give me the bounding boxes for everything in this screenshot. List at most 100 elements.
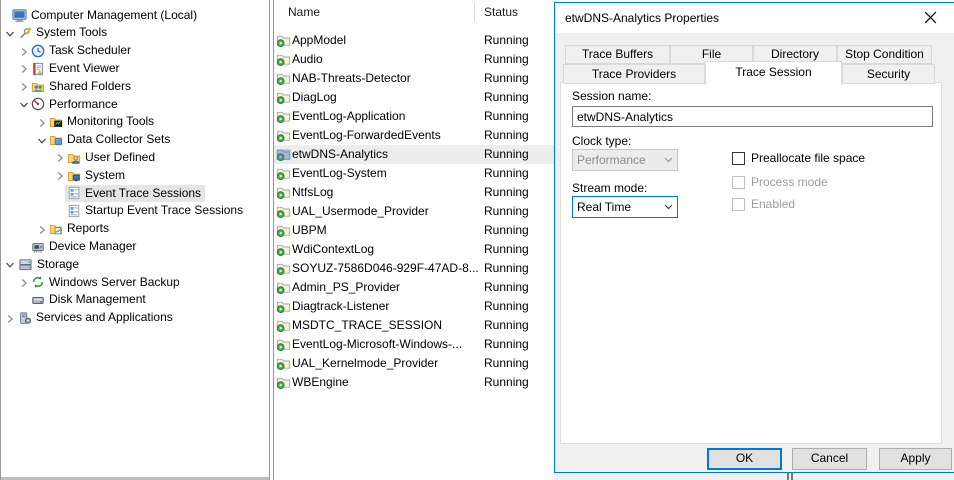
- splitter-grip-icon: [787, 473, 789, 480]
- tree-item-label: Performance: [49, 96, 118, 114]
- reports-icon: [49, 222, 63, 236]
- chevron-collapsed-icon[interactable]: [5, 314, 15, 324]
- stream-mode-select[interactable]: Real Time: [572, 196, 678, 218]
- monitoring-tools-icon: [49, 115, 63, 129]
- chevron-collapsed-icon[interactable]: [19, 64, 29, 74]
- enabled-label: Enabled: [751, 197, 795, 211]
- tree-item-computer-management-local[interactable]: Computer Management (Local): [1, 7, 268, 25]
- tree-item-task-scheduler[interactable]: Task Scheduler: [1, 43, 268, 61]
- session-name: NAB-Threats-Detector: [292, 69, 411, 88]
- tree-item-label: Services and Applications: [36, 309, 173, 327]
- column-header-name[interactable]: Name: [288, 5, 320, 19]
- chevron-collapsed-icon[interactable]: [37, 118, 47, 128]
- chevron-expanded-icon[interactable]: [5, 260, 15, 270]
- chevron-expanded-icon[interactable]: [5, 29, 15, 39]
- chevron-collapsed-icon[interactable]: [19, 82, 29, 92]
- tree-item-data-collector-sets[interactable]: Data Collector Sets: [1, 132, 268, 150]
- tree-item-windows-server-backup[interactable]: Windows Server Backup: [1, 274, 268, 292]
- session-name: AppModel: [292, 31, 346, 50]
- chevron-collapsed-icon[interactable]: [55, 171, 65, 181]
- tree-item-services-and-applications[interactable]: Services and Applications: [1, 310, 268, 328]
- tree-item-system[interactable]: System: [1, 167, 268, 185]
- system-folder-icon: [67, 169, 81, 183]
- tab-trace-session[interactable]: Trace Session: [705, 61, 842, 85]
- tab-stop-condition[interactable]: Stop Condition: [837, 45, 932, 64]
- tree-item-label: Windows Server Backup: [49, 274, 180, 292]
- tree-item-startup-event-trace-sessions[interactable]: Startup Event Trace Sessions: [1, 203, 268, 221]
- tab-security[interactable]: Security: [842, 64, 935, 84]
- tree-item-performance[interactable]: Performance: [1, 96, 268, 114]
- tree-item-event-viewer[interactable]: Event Viewer: [1, 60, 268, 78]
- storage-icon: [18, 257, 33, 272]
- column-separator[interactable]: [474, 3, 475, 22]
- session-icon: [276, 204, 291, 219]
- trace-sessions-icon: [67, 186, 81, 200]
- tree-item-event-trace-sessions[interactable]: Event Trace Sessions: [1, 185, 268, 203]
- tree-item-label: System: [85, 167, 125, 185]
- tree-item-label: Shared Folders: [49, 78, 131, 96]
- session-status: Running: [484, 88, 529, 107]
- session-icon: [276, 280, 291, 295]
- session-status: Running: [484, 31, 529, 50]
- trace-sessions-icon: [67, 204, 81, 218]
- checkbox-icon: [732, 198, 745, 211]
- tree-item-label: Event Trace Sessions: [85, 185, 201, 203]
- session-name: UAL_Usermode_Provider: [292, 202, 429, 221]
- tree-item-label: User Defined: [85, 149, 155, 167]
- session-name-label: Session name:: [572, 89, 651, 103]
- session-status: Running: [484, 297, 529, 316]
- chevron-expanded-icon[interactable]: [37, 136, 47, 146]
- chevron-collapsed-icon[interactable]: [55, 153, 65, 163]
- chevron-expanded-icon[interactable]: [19, 100, 29, 110]
- session-status: Running: [484, 240, 529, 259]
- backup-icon: [31, 275, 45, 289]
- splitter-grip-icon: [791, 473, 793, 480]
- chevron-down-icon: [664, 204, 673, 210]
- tree-item-label: Reports: [67, 220, 109, 238]
- session-name: EventLog-ForwardedEvents: [292, 126, 441, 145]
- close-button[interactable]: [910, 4, 950, 31]
- tree-item-label: Storage: [37, 256, 79, 274]
- session-icon: [276, 71, 291, 86]
- cancel-button[interactable]: Cancel: [792, 448, 867, 470]
- tab-trace-buffers[interactable]: Trace Buffers: [565, 45, 670, 64]
- session-status: Running: [484, 69, 529, 88]
- session-name: WBEngine: [292, 373, 349, 392]
- ok-button[interactable]: OK: [707, 448, 782, 470]
- tree-item-shared-folders[interactable]: Shared Folders: [1, 78, 268, 96]
- session-name: etwDNS-Analytics: [292, 145, 388, 164]
- session-name: WdiContextLog: [292, 240, 374, 259]
- tab-trace-providers[interactable]: Trace Providers: [563, 64, 705, 84]
- apply-button[interactable]: Apply: [879, 448, 952, 470]
- background-window-edge: [554, 473, 954, 480]
- session-name: UAL_Kernelmode_Provider: [292, 354, 438, 373]
- chevron-collapsed-icon[interactable]: [37, 225, 47, 235]
- session-status: Running: [484, 316, 529, 335]
- session-status: Running: [484, 354, 529, 373]
- tree-item-reports[interactable]: Reports: [1, 221, 268, 239]
- tree-item-user-defined[interactable]: User Defined: [1, 149, 268, 167]
- tree-item-system-tools[interactable]: System Tools: [1, 25, 268, 43]
- session-status: Running: [484, 278, 529, 297]
- user-defined-icon: [67, 151, 81, 165]
- session-status: Running: [484, 221, 529, 240]
- dialog-title: etwDNS-Analytics Properties: [565, 11, 719, 25]
- process-mode-checkbox: Process mode: [732, 175, 828, 189]
- preallocate-checkbox[interactable]: Preallocate file space: [732, 151, 865, 165]
- session-status: Running: [484, 145, 529, 164]
- computer-icon: [12, 8, 27, 23]
- dialog-titlebar: etwDNS-Analytics Properties: [555, 3, 954, 33]
- tree-item-disk-management[interactable]: Disk Management: [1, 292, 268, 310]
- session-status: Running: [484, 164, 529, 183]
- tree-item-monitoring-tools[interactable]: Monitoring Tools: [1, 114, 268, 132]
- session-icon: [276, 337, 291, 352]
- session-status: Running: [484, 183, 529, 202]
- tree-item-device-manager[interactable]: Device Manager: [1, 238, 268, 256]
- chevron-collapsed-icon[interactable]: [19, 278, 29, 288]
- tree-item-storage[interactable]: Storage: [1, 256, 268, 274]
- session-name-input[interactable]: [572, 106, 933, 127]
- column-header-status[interactable]: Status: [484, 5, 518, 19]
- tree-item-label: Monitoring Tools: [67, 113, 154, 131]
- data-collector-icon: [49, 133, 63, 147]
- chevron-collapsed-icon[interactable]: [19, 47, 29, 57]
